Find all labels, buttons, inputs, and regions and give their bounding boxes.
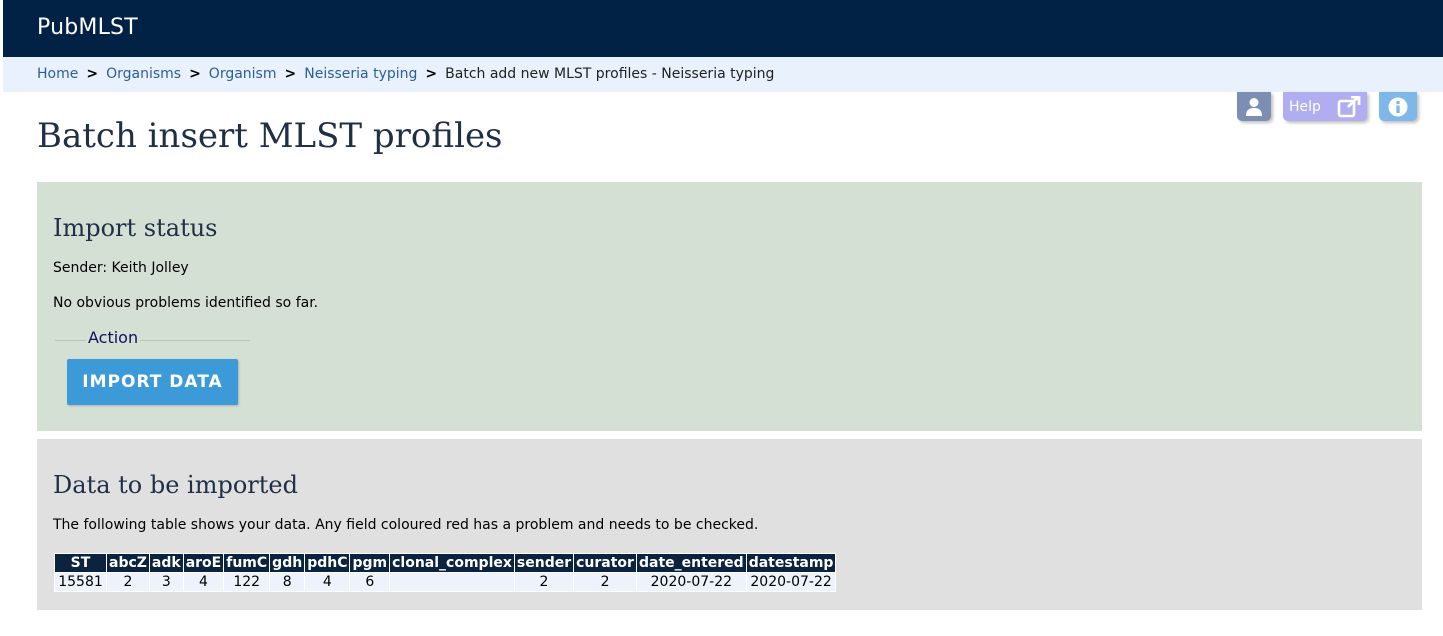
column-header-curator: curator — [573, 553, 637, 573]
breadcrumb-separator: > — [425, 66, 438, 82]
column-header-st: ST — [54, 553, 107, 573]
user-button[interactable] — [1237, 92, 1271, 121]
column-header-gdh: gdh — [269, 553, 306, 573]
info-button[interactable] — [1379, 92, 1417, 121]
column-header-abcz: abcZ — [106, 553, 150, 573]
page: PubMLST Home > Organisms > Organism > Neisseri… — [0, 0, 1443, 636]
cell-abcz: 2 — [106, 572, 150, 592]
breadcrumb-organism[interactable]: Organism — [209, 66, 277, 82]
breadcrumb-neisseria-typing[interactable]: Neisseria typing — [304, 66, 417, 82]
column-header-datestamp: datestamp — [745, 553, 837, 573]
help-button[interactable]: Help — [1283, 92, 1367, 121]
breadcrumb: Home > Organisms > Organism > Neisseria typing… — [3, 57, 1443, 92]
data-description: The following table shows your data. Any… — [53, 517, 759, 533]
toolbar: Help — [1237, 92, 1417, 122]
cell-gdh: 8 — [269, 572, 306, 592]
page-title: Batch insert MLST profiles — [37, 116, 503, 156]
cell-datestamp: 2020-07-22 — [745, 572, 837, 592]
column-header-pdhc: pdhC — [304, 553, 351, 573]
breadcrumb-separator: > — [86, 66, 99, 82]
breadcrumb-separator: > — [189, 66, 201, 82]
cell-curator: 2 — [573, 572, 637, 592]
cell-pgm: 6 — [349, 572, 391, 592]
breadcrumb-separator: > — [284, 66, 297, 82]
cell-pdhc: 4 — [304, 572, 351, 592]
column-header-adk: adk — [148, 553, 184, 573]
breadcrumb-organisms[interactable]: Organisms — [106, 66, 181, 82]
cell-clonal-complex — [389, 572, 515, 592]
column-header-fumc: fumC — [223, 553, 271, 573]
column-header-date-entered: date_entered — [635, 553, 747, 573]
info-icon — [1388, 97, 1408, 116]
import-status-panel: Import status Sender: Keith Jolley No ob… — [37, 182, 1422, 431]
status-message: No obvious problems identified so far. — [53, 295, 319, 311]
cell-date-entered: 2020-07-22 — [635, 572, 747, 592]
brand-logo-text[interactable]: PubMLST — [37, 15, 138, 40]
cell-st: 15581 — [54, 572, 107, 592]
breadcrumb-current: Batch add new MLST profiles - Neisseria … — [445, 66, 775, 82]
import-data-button[interactable]: IMPORT DATA — [67, 359, 238, 405]
cell-sender: 2 — [513, 572, 575, 592]
site-header: PubMLST — [3, 0, 1443, 57]
column-header-pgm: pgm — [349, 553, 391, 573]
user-icon — [1246, 97, 1262, 116]
data-to-import-panel: Data to be imported The following table … — [37, 439, 1422, 610]
import-status-heading: Import status — [53, 214, 218, 242]
column-header-clonal-complex: clonal_complex — [389, 553, 515, 573]
breadcrumb-home[interactable]: Home — [37, 66, 78, 82]
cell-fumc: 122 — [223, 572, 271, 592]
action-legend: Action — [86, 328, 141, 347]
help-label: Help — [1289, 98, 1321, 115]
column-header-sender: sender — [513, 553, 575, 573]
sender-text: Sender: Keith Jolley — [53, 260, 189, 276]
column-header-aroe: aroE — [182, 553, 225, 573]
data-to-import-heading: Data to be imported — [53, 471, 298, 499]
table-header-row: ST abcZ adk aroE fumC gdh pdhC pgm clona… — [54, 553, 837, 573]
external-link-icon — [1337, 95, 1361, 117]
cell-aroe: 4 — [182, 572, 225, 592]
cell-adk: 3 — [148, 572, 184, 592]
table-row: 15581 2 3 4 122 8 4 6 2 2 2020-07-22 202… — [54, 572, 837, 592]
action-fieldset-border — [55, 340, 250, 341]
profiles-table: ST abcZ adk aroE fumC gdh pdhC pgm clona… — [54, 553, 837, 592]
